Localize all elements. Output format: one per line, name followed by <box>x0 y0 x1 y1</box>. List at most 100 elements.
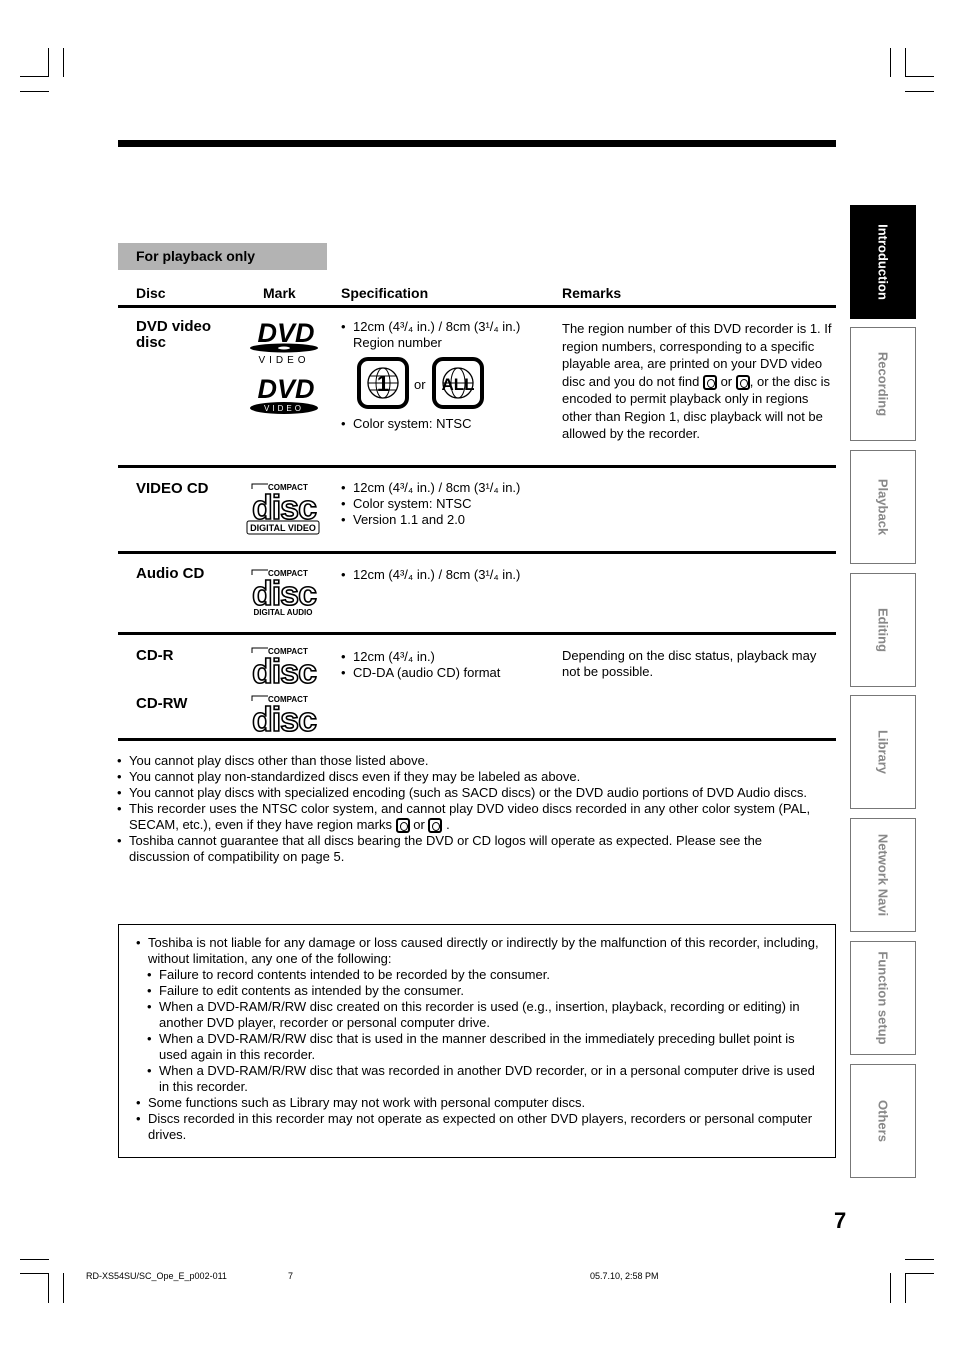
disclaimer-item: Toshiba is not liable for any damage or … <box>135 935 825 967</box>
disclaimer-sub-item: When a DVD-RAM/R/RW disc that is used in… <box>146 1031 825 1063</box>
side-tab-playback[interactable]: Playback <box>850 450 916 564</box>
note-item: You cannot play non-standardized discs e… <box>116 769 816 785</box>
region-1-label: 1 <box>377 371 389 396</box>
note-item: Toshiba cannot guarantee that all discs … <box>116 833 816 865</box>
side-tab-recording[interactable]: Recording <box>850 327 916 441</box>
spec-line: Version 1.1 and 2.0 <box>353 512 466 527</box>
header-rule <box>118 305 836 308</box>
spec-dvd: • 12cm (4³/₄ in.) / 8cm (3¹/₄ in.) Region… <box>341 319 551 351</box>
disclaimer-sub-item: When a DVD-RAM/R/RW disc created on this… <box>146 999 825 1031</box>
spec-video-cd: • 12cm (4³/₄ in.) / 8cm (3¹/₄ in.) • Color… <box>341 480 521 527</box>
side-tab-label: Network Navi <box>875 833 891 917</box>
note-text: or <box>413 817 425 832</box>
crop-mark <box>905 91 934 92</box>
disclaimer-box: Toshiba is not liable for any damage or … <box>118 924 836 1158</box>
footer-file: RD-XS54SU/SC_Ope_E_p002-011 <box>86 1271 227 1281</box>
col-header-disc: Disc <box>136 285 166 301</box>
spec-line: 12cm (4³/₄ in.) / 8cm (3¹/₄ in.) <box>353 567 521 582</box>
region-all-small-icon <box>735 374 750 390</box>
spec-line: Color system: NTSC <box>353 416 472 431</box>
side-tab-label: Function setup <box>875 951 891 1045</box>
crop-mark <box>20 91 49 92</box>
top-rule <box>118 140 836 147</box>
disc-name-video-cd: VIDEO CD <box>136 480 209 497</box>
side-tab-label: Editing <box>875 607 891 653</box>
crop-mark <box>905 1273 934 1274</box>
region-1-small-icon <box>702 374 717 390</box>
disclaimer-sub-item: Failure to record contents intended to b… <box>146 967 825 983</box>
note-text: . <box>446 817 450 832</box>
logo-disc-text: disc <box>252 653 316 687</box>
spec-line: 12cm (4³/₄ in.) / 8cm (3¹/₄ in.) <box>353 480 521 495</box>
dvd-video-logo-alt: DVD VIDEO <box>250 374 318 414</box>
compact-disc-logo: COMPACT disc <box>251 647 318 687</box>
compact-disc-logo: COMPACT disc <box>251 695 318 735</box>
crop-mark <box>890 1273 891 1303</box>
disclaimer-item: Discs recorded in this recorder may not … <box>135 1111 825 1143</box>
side-tab-introduction[interactable]: Introduction <box>850 205 916 319</box>
remarks-dvd: The region number of this DVD recorder i… <box>562 320 836 443</box>
disclaimer-sub-item: Failure to edit contents as intended by … <box>146 983 825 999</box>
section-band-label: For playback only <box>136 248 256 264</box>
row-rule <box>118 632 836 635</box>
disc-name-dvd: DVD video disc <box>136 318 212 351</box>
disclaimer-sub-item: When a DVD-RAM/R/RW disc that was record… <box>146 1063 825 1095</box>
spec-line: CD-DA (audio CD) format <box>353 665 501 680</box>
side-tab-others[interactable]: Others <box>850 1064 916 1178</box>
side-tab-label: Introduction <box>875 224 891 300</box>
region-or-text: or <box>414 377 426 392</box>
logo-caption: DIGITAL VIDEO <box>250 523 316 533</box>
side-tab-editing[interactable]: Editing <box>850 573 916 687</box>
col-header-remarks: Remarks <box>562 285 622 301</box>
dvd-logo-subtext: VIDEO <box>264 404 304 413</box>
crop-mark <box>20 1273 49 1274</box>
note-item: You cannot play discs with specialized e… <box>116 785 816 801</box>
crop-mark <box>48 1273 49 1303</box>
dvd-video-logo: DVD VIDEO <box>250 318 318 366</box>
side-tab-function-setup[interactable]: Function setup <box>850 941 916 1055</box>
crop-mark <box>48 48 49 77</box>
region-all-label: ALL <box>441 375 474 394</box>
crop-mark <box>20 1259 49 1260</box>
crop-mark <box>905 1259 934 1260</box>
region-1-small-icon <box>395 818 410 834</box>
notes-list: You cannot play discs other than those l… <box>116 753 816 865</box>
spec-cd-r: • 12cm (4³/₄ in.) • CD-DA (audio CD) forma… <box>341 649 501 680</box>
logo-disc-text: disc <box>252 701 316 735</box>
footer-page: 7 <box>288 1271 294 1281</box>
remarks-text: or <box>720 373 733 389</box>
side-tab-label: Playback <box>875 478 891 536</box>
region-1-icon: 1 <box>357 357 409 409</box>
crop-mark <box>905 1273 906 1303</box>
spec-dvd-color: • Color system: NTSC <box>341 416 472 431</box>
crop-mark <box>63 48 64 77</box>
dvd-logo-subtext: VIDEO <box>258 355 309 366</box>
region-all-small-icon <box>428 818 443 834</box>
dvd-logo-text: DVD <box>257 374 314 404</box>
note-item: This recorder uses the NTSC color system… <box>116 801 816 834</box>
remarks-cd-r: Depending on the disc status, playback m… <box>562 648 817 679</box>
col-header-mark: Mark <box>263 285 296 301</box>
footer-timestamp: 05.7.10, 2:58 PM <box>590 1271 659 1281</box>
spec-line: 12cm (4³/₄ in.) <box>353 649 435 664</box>
page-number: 7 <box>834 1208 847 1233</box>
crop-mark <box>20 76 49 77</box>
dvd-logo-text: DVD <box>257 318 314 348</box>
crop-mark <box>905 48 906 77</box>
disc-name-audio-cd: Audio CD <box>136 565 205 582</box>
side-tab-label: Others <box>875 1100 891 1142</box>
side-tab-network-navi[interactable]: Network Navi <box>850 818 916 932</box>
spec-line: Region number <box>353 335 442 350</box>
region-marks: 1 or ALL <box>357 357 487 409</box>
compact-disc-digital-audio-logo: COMPACT disc DIGITAL AUDIO <box>251 569 318 617</box>
side-tab-label: Library <box>875 729 891 775</box>
row-rule <box>118 551 836 554</box>
side-tab-label: Recording <box>875 351 891 417</box>
spec-audio-cd: • 12cm (4³/₄ in.) / 8cm (3¹/₄ in.) <box>341 567 521 582</box>
disc-name-cd-rw: CD-RW <box>136 695 188 712</box>
spec-line: Color system: NTSC <box>353 496 472 511</box>
crop-mark <box>905 76 934 77</box>
side-tab-library[interactable]: Library <box>850 695 916 809</box>
section-band: For playback only <box>118 243 327 270</box>
table-bottom-rule <box>118 738 836 741</box>
